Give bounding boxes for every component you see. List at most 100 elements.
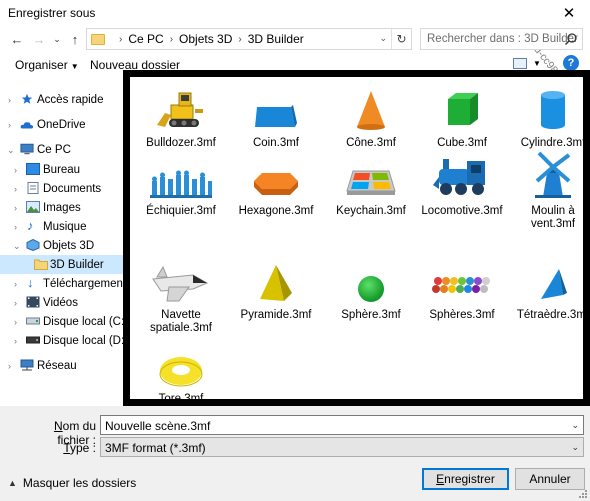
file-name: Tétraèdre.3mf [516, 309, 590, 321]
chevron-right-icon[interactable]: › [14, 317, 17, 327]
sidebar-item-disque-c[interactable]: › Disque local (C:) [0, 312, 128, 331]
chevron-right-icon[interactable]: › [238, 34, 241, 45]
file-name: Coin.3mf [252, 137, 300, 149]
sidebar-item-videos[interactable]: › Vidéos [0, 293, 124, 312]
file-item[interactable]: Tétraèdre.3mf [511, 255, 590, 322]
up-arrow-icon[interactable]: ↑ [66, 31, 84, 47]
file-item[interactable]: Sphères.3mf [420, 255, 504, 322]
star-icon [21, 93, 33, 104]
sidebar-item-disque-d[interactable]: › Disque local (D:) [0, 331, 128, 350]
file-name: Tore.3mf [158, 393, 204, 405]
pyramid-icon [234, 255, 318, 305]
file-item[interactable]: Pyramide.3mf [234, 255, 318, 322]
file-item[interactable]: Bulldozer.3mf [139, 83, 223, 150]
hexagon-icon [234, 151, 318, 201]
file-item[interactable]: Hexagone.3mf [234, 151, 318, 218]
file-item[interactable]: Keychain.3mf [329, 151, 413, 218]
sidebar-item-objets-3d[interactable]: ⌄ Objets 3D [0, 236, 124, 255]
file-name: Cube.3mf [437, 137, 487, 149]
chevron-down-icon[interactable]: ⌄ [379, 33, 387, 44]
cancel-button[interactable]: Annuler [515, 468, 585, 490]
sidebar-item-telechargements[interactable]: › ↓ Téléchargements [0, 274, 132, 293]
sidebar-item-documents[interactable]: › Documents [0, 179, 124, 198]
cloud-icon [20, 122, 34, 129]
file-name: Keychain.3mf [336, 205, 406, 217]
sidebar-item-ce-pc[interactable]: ⌄ Ce PC [0, 140, 124, 159]
recent-locations-chevron-icon[interactable]: ⌄ [48, 31, 66, 47]
resize-grip-icon[interactable] [578, 489, 588, 499]
pictures-folder-icon [26, 201, 40, 213]
breadcrumb-3d-builder[interactable]: 3D Builder [248, 32, 304, 46]
chess-icon [139, 151, 223, 201]
file-item[interactable]: Tore.3mf [139, 339, 223, 406]
file-name: Navette spatiale.3mf [149, 309, 212, 334]
dialog-footer: Nom du fichier : Nouvelle scène.3mf ⌄ Ty… [0, 406, 590, 501]
file-name: Cône.3mf [346, 137, 396, 149]
chevron-right-icon[interactable]: › [8, 95, 11, 105]
forward-arrow-icon[interactable]: → [30, 31, 48, 47]
search-input[interactable]: Rechercher dans : 3D Builder [420, 28, 583, 50]
chevron-right-icon[interactable]: › [8, 120, 11, 130]
file-item[interactable]: Sphère.3mf [329, 255, 413, 322]
3d-objects-folder-icon [26, 239, 40, 251]
chevron-right-icon[interactable]: › [14, 298, 17, 308]
filename-field[interactable]: Nouvelle scène.3mf ⌄ [100, 415, 584, 435]
file-item[interactable]: Coin.3mf [234, 83, 318, 150]
wedge-icon [234, 83, 318, 133]
network-icon [20, 359, 34, 371]
file-name: Bulldozer.3mf [146, 137, 216, 149]
save-button[interactable]: Enregistrer [422, 468, 509, 490]
chevron-down-icon[interactable]: ⌄ [13, 241, 21, 252]
sidebar-item-acces-rapide[interactable]: › Accès rapide [0, 90, 124, 109]
file-list-pane: Bulldozer.3mf Coin.3mf Cône.3mf Cube.3mf… [123, 70, 590, 406]
file-type-select[interactable]: 3MF format (*.3mf) ⌄ [100, 437, 584, 457]
organize-menu-button[interactable]: Organiser ▼ [15, 58, 79, 72]
file-name: Moulin à vent.3mf [530, 205, 576, 230]
videos-folder-icon [26, 296, 40, 308]
sidebar-item-musique[interactable]: › ♪ Musique [0, 217, 124, 236]
windmill-icon [511, 151, 590, 201]
sidebar-item-onedrive[interactable]: › OneDrive [0, 115, 124, 134]
refresh-icon[interactable]: ↻ [391, 29, 411, 49]
sidebar-item-3d-builder[interactable]: 3D Builder [0, 255, 124, 274]
file-item[interactable]: Cône.3mf [329, 83, 413, 150]
chevron-right-icon[interactable]: › [14, 165, 17, 175]
chevron-right-icon[interactable]: › [14, 222, 17, 232]
space-shuttle-icon [139, 255, 223, 305]
chevron-right-icon[interactable]: › [8, 361, 11, 371]
sidebar-item-reseau[interactable]: › Réseau [0, 356, 124, 375]
file-item[interactable]: Moulin à vent.3mf [511, 151, 590, 231]
hide-folders-toggle[interactable]: ▲ Masquer les dossiers [8, 476, 136, 490]
sidebar-item-images[interactable]: › Images [0, 198, 124, 217]
file-name: Cylindre.3mf [520, 137, 586, 149]
file-name: Hexagone.3mf [238, 205, 314, 217]
file-item[interactable]: Locomotive.3mf [420, 151, 504, 218]
chevron-right-icon[interactable]: › [14, 203, 17, 213]
music-folder-icon: ♪ [27, 218, 34, 233]
file-name: Sphères.3mf [429, 309, 495, 321]
file-item[interactable]: Cube.3mf [420, 83, 504, 150]
address-bar[interactable]: › Ce PC › Objets 3D › 3D Builder ⌄ ↻ [86, 28, 412, 50]
back-arrow-icon[interactable]: ← [8, 31, 26, 47]
chevron-right-icon[interactable]: › [170, 34, 173, 45]
help-icon[interactable]: ? [563, 55, 579, 71]
window-title: Enregistrer sous [8, 6, 96, 20]
documents-folder-icon [27, 182, 39, 194]
chevron-down-icon[interactable]: ⌄ [571, 442, 579, 453]
sidebar-item-bureau[interactable]: › Bureau [0, 160, 124, 179]
file-item[interactable]: Cylindre.3mf [511, 83, 590, 150]
caret-down-icon[interactable]: ▼ [533, 59, 541, 68]
chevron-right-icon[interactable]: › [14, 279, 17, 289]
file-item[interactable]: Navette spatiale.3mf [139, 255, 223, 335]
view-options-icon[interactable] [513, 58, 527, 69]
chevron-down-icon[interactable]: ⌄ [571, 420, 579, 431]
chevron-right-icon[interactable]: › [14, 336, 17, 346]
breadcrumb-ce-pc[interactable]: Ce PC › [128, 32, 179, 46]
breadcrumb-objets-3d[interactable]: Objets 3D › [179, 32, 248, 46]
type-label: Type : [63, 441, 96, 455]
chevron-down-icon[interactable]: ⌄ [7, 145, 15, 156]
chevron-right-icon[interactable]: › [14, 184, 17, 194]
file-name: Pyramide.3mf [240, 309, 312, 321]
file-item[interactable]: Échiquier.3mf [139, 151, 223, 218]
cylinder-icon [511, 83, 590, 133]
